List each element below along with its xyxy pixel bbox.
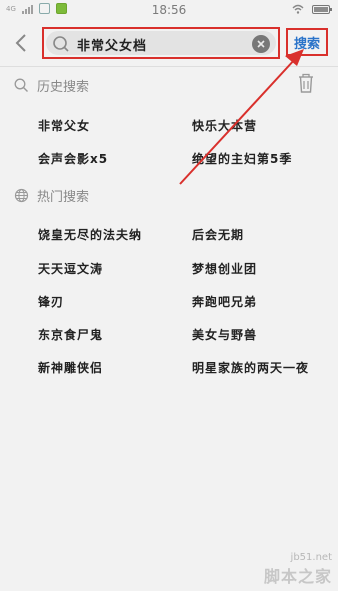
history-keyword[interactable]: 会声会影x5 <box>38 150 108 167</box>
watermark-url: jb51.net <box>290 552 332 563</box>
history-keyword[interactable]: 非常父女 <box>38 117 90 134</box>
trending-keyword[interactable]: 明星家族的两天一夜 <box>192 359 309 376</box>
watermark-name: 脚本之家 <box>263 567 332 586</box>
trending-section-header: 热门搜索 <box>14 186 89 205</box>
search-header: 非常父女档 搜索 <box>0 22 338 66</box>
clock-search-icon <box>14 78 28 92</box>
trending-title: 热门搜索 <box>37 190 90 205</box>
trending-keyword[interactable]: 天天逗文涛 <box>38 260 103 277</box>
search-button[interactable]: 搜索 <box>294 33 320 52</box>
trending-keyword[interactable]: 东京食尸鬼 <box>38 326 103 343</box>
back-arrow-icon <box>15 34 26 52</box>
trending-keyword[interactable]: 后会无期 <box>192 226 244 243</box>
trash-icon <box>299 73 313 93</box>
search-query-text: 非常父女档 <box>77 39 148 54</box>
clear-history-button[interactable] <box>296 72 316 94</box>
clear-button[interactable] <box>252 35 270 53</box>
trending-keyword[interactable]: 奔跑吧兄弟 <box>192 293 257 310</box>
watermark: jb51.net 脚本之家 <box>264 552 332 587</box>
search-input-highlight: 非常父女档 <box>42 27 280 59</box>
header-divider <box>0 66 338 67</box>
trending-keyword[interactable]: 梦想创业团 <box>192 260 257 277</box>
history-section-header: 历史搜索 <box>14 76 89 95</box>
trending-keyword[interactable]: 锋刃 <box>38 293 64 310</box>
trending-keyword[interactable]: 美女与野兽 <box>192 326 257 343</box>
status-time: 18:56 <box>151 3 187 17</box>
status-right-icons <box>292 4 332 14</box>
clear-icon <box>257 40 265 48</box>
history-keyword[interactable]: 绝望的主妇第5季 <box>192 150 292 167</box>
trending-keyword[interactable]: 饶皇无尽的法夫纳 <box>38 226 142 243</box>
search-button-highlight: 搜索 <box>286 28 328 56</box>
search-icon <box>52 35 70 53</box>
history-title: 历史搜索 <box>37 80 90 95</box>
battery-icon <box>312 4 332 14</box>
back-button[interactable] <box>10 30 32 56</box>
history-keyword[interactable]: 快乐大本营 <box>192 117 257 134</box>
globe-icon <box>14 188 29 203</box>
trending-keyword[interactable]: 新神雕侠侣 <box>38 359 103 376</box>
search-screen: 4G 18:56 非常父女档 搜索 历史搜索 非常父女 快乐大本营 会声会影x5… <box>0 0 338 591</box>
wifi-icon <box>292 4 304 14</box>
search-input[interactable]: 非常父女档 <box>46 31 276 55</box>
status-bar: 4G 18:56 <box>0 0 338 20</box>
